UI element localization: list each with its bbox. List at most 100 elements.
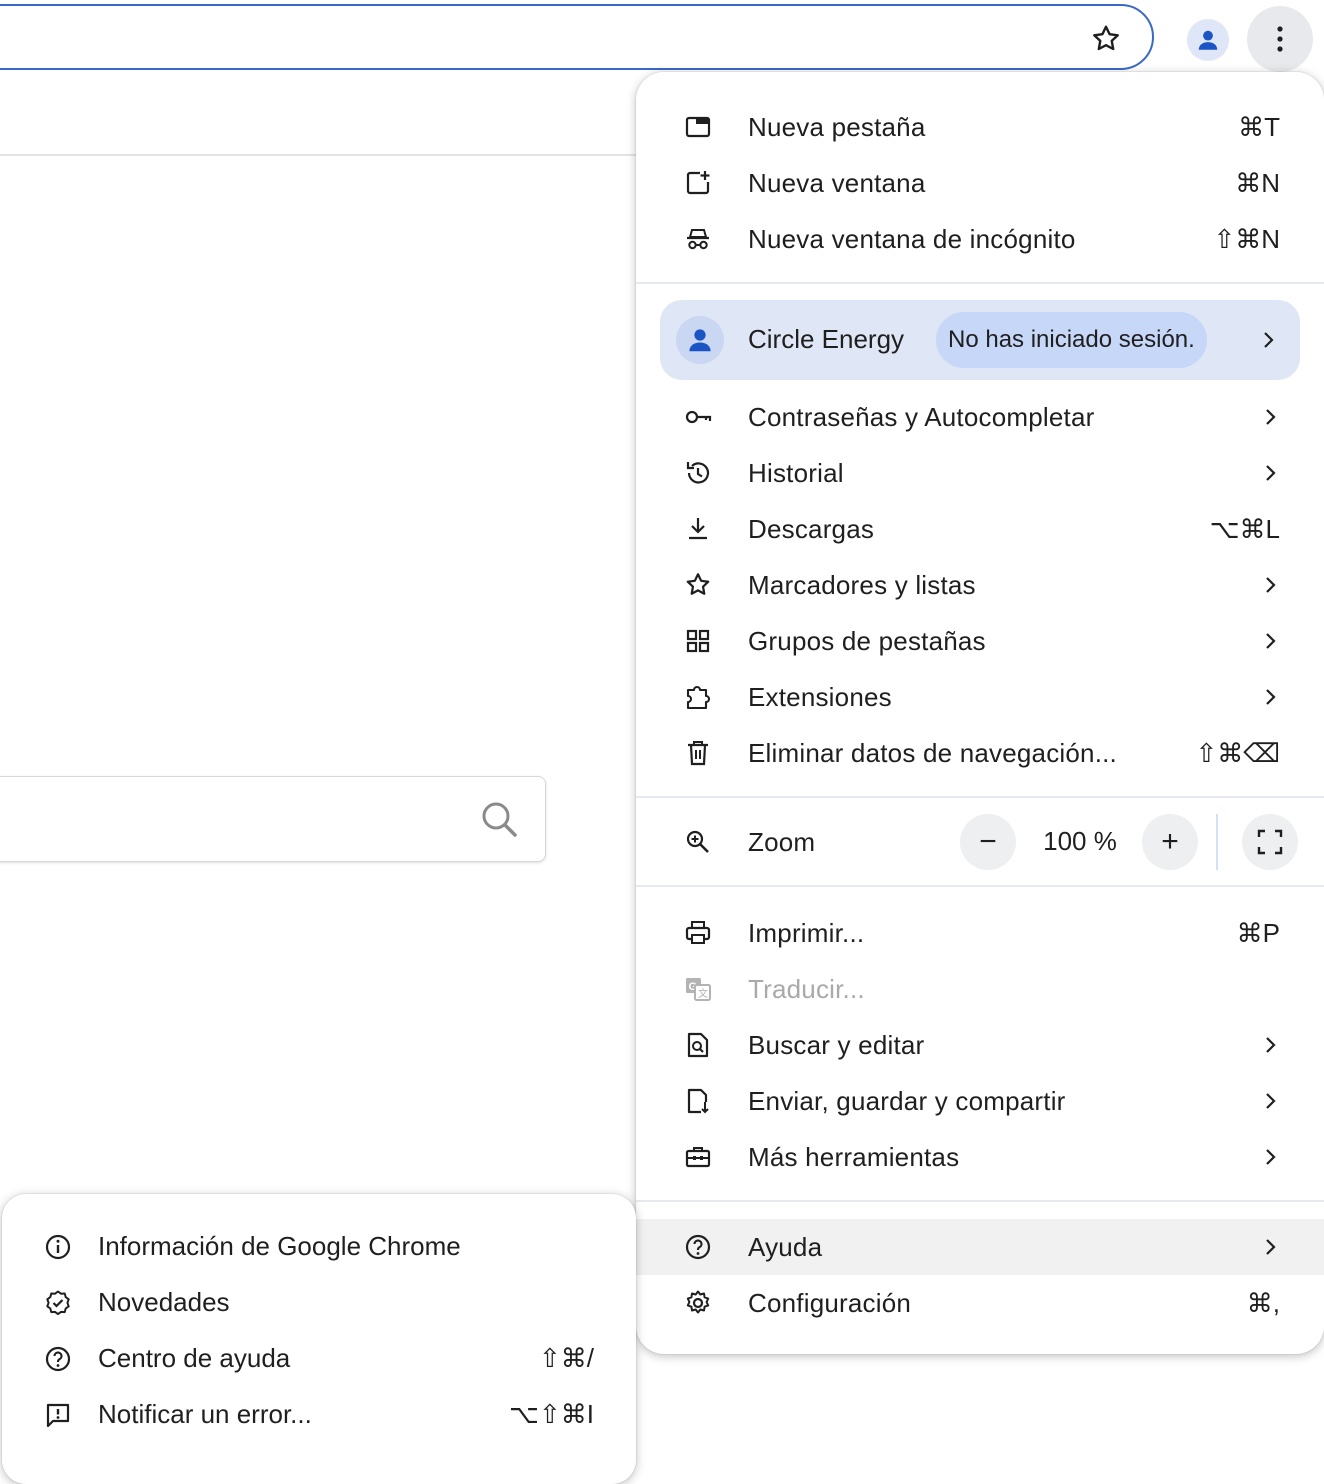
chevron-right-icon (1264, 1147, 1278, 1167)
menu-item-print[interactable]: Imprimir... ⌘P (636, 905, 1324, 961)
menu-item-label: Nueva ventana de incógnito (748, 223, 1076, 254)
info-icon (44, 1233, 72, 1261)
submenu-item-about-chrome[interactable]: Información de Google Chrome (2, 1219, 636, 1275)
profile-button[interactable] (1187, 19, 1229, 61)
person-icon (1195, 27, 1221, 53)
menu-item-bookmarks[interactable]: Marcadores y listas (636, 557, 1324, 613)
menu-separator (636, 282, 1324, 284)
menu-item-label: Buscar y editar (748, 1029, 925, 1060)
menu-item-find-edit[interactable]: Buscar y editar (636, 1017, 1324, 1073)
submenu-item-whats-new[interactable]: Novedades (2, 1275, 636, 1331)
submenu-item-help-center[interactable]: Centro de ayuda ⇧⌘/ (2, 1331, 636, 1387)
menu-item-label: Contraseñas y Autocompletar (748, 401, 1095, 432)
menu-separator (636, 1200, 1324, 1202)
menu-item-label: Marcadores y listas (748, 569, 976, 600)
menu-item-extensions[interactable]: Extensiones (636, 669, 1324, 725)
zoom-icon (684, 828, 712, 856)
shortcut-text: ⇧⌘/ (538, 1343, 594, 1373)
search-icon[interactable] (479, 799, 519, 839)
shortcut-text: ⌥⇧⌘I (509, 1399, 594, 1429)
menu-separator (636, 885, 1324, 887)
zoom-in-button[interactable]: + (1142, 814, 1198, 870)
find-page-icon (684, 1031, 712, 1059)
menu-item-label: Historial (748, 457, 844, 488)
zoom-out-button[interactable]: − (960, 814, 1016, 870)
chrome-menu-button[interactable] (1247, 6, 1313, 72)
menu-item-clear-browsing-data[interactable]: Eliminar datos de navegación... ⇧⌘⌫ (636, 725, 1324, 781)
shortcut-text: ⌘, (1246, 1287, 1280, 1318)
shortcut-text: ⇧⌘N (1213, 223, 1280, 254)
submenu-item-label: Notificar un error... (98, 1399, 312, 1429)
chevron-right-icon (1264, 407, 1278, 427)
avatar (676, 316, 724, 364)
toolbox-icon (684, 1143, 712, 1171)
menu-item-label: Más herramientas (748, 1141, 960, 1172)
help-icon (44, 1345, 72, 1373)
svg-text:文: 文 (698, 987, 708, 1000)
menu-item-label: Configuración (748, 1287, 912, 1318)
incognito-icon (684, 225, 712, 253)
shortcut-text: ⌘P (1236, 917, 1280, 948)
profile-row[interactable]: Circle Energy No has iniciado sesión. (660, 300, 1300, 380)
shortcut-text: ⌥⌘L (1209, 513, 1280, 544)
menu-item-label: Nueva pestaña (748, 111, 926, 142)
bookmark-star-icon[interactable] (1090, 23, 1122, 55)
history-icon (684, 459, 712, 487)
key-icon (684, 403, 712, 431)
menu-item-label: Nueva ventana (748, 167, 926, 198)
zoom-level: 100 % (1043, 826, 1117, 856)
menu-item-new-tab[interactable]: Nueva pestaña ⌘T (636, 99, 1324, 155)
submenu-item-label: Información de Google Chrome (98, 1231, 461, 1261)
profile-name: Circle Energy (748, 324, 905, 354)
help-icon (684, 1233, 712, 1261)
menu-item-save-share[interactable]: Enviar, guardar y compartir (636, 1073, 1324, 1129)
sign-in-status-chip[interactable]: No has iniciado sesión. (936, 312, 1207, 368)
menu-item-tab-groups[interactable]: Grupos de pestañas (636, 613, 1324, 669)
page-search-box[interactable] (0, 776, 546, 862)
submenu-item-label: Novedades (98, 1287, 230, 1317)
menu-item-downloads[interactable]: Descargas ⌥⌘L (636, 501, 1324, 557)
fullscreen-button[interactable] (1242, 814, 1298, 870)
chevron-right-icon (1264, 1035, 1278, 1055)
shortcut-text: ⌘N (1235, 167, 1280, 198)
chevron-right-icon (1264, 1237, 1278, 1257)
shortcut-text: ⌘T (1238, 111, 1280, 142)
plus-icon: + (1161, 825, 1179, 858)
star-icon (684, 571, 712, 599)
menu-item-new-window[interactable]: Nueva ventana ⌘N (636, 155, 1324, 211)
chevron-right-icon (1264, 463, 1278, 483)
address-bar[interactable] (0, 4, 1154, 70)
feedback-icon (44, 1401, 72, 1429)
menu-item-incognito[interactable]: Nueva ventana de incógnito ⇧⌘N (636, 211, 1324, 267)
shortcut-text: ⇧⌘⌫ (1195, 737, 1280, 768)
new-badge-icon (44, 1289, 72, 1317)
download-icon (684, 515, 712, 543)
menu-item-history[interactable]: Historial (636, 445, 1324, 501)
menu-item-translate: G文 Traducir... (636, 961, 1324, 1017)
menu-item-label: Extensiones (748, 681, 892, 712)
new-tab-icon (684, 113, 712, 141)
menu-item-label: Descargas (748, 513, 875, 544)
submenu-item-report-issue[interactable]: Notificar un error... ⌥⇧⌘I (2, 1387, 636, 1443)
fullscreen-icon (1257, 829, 1283, 855)
menu-item-passwords[interactable]: Contraseñas y Autocompletar (636, 389, 1324, 445)
three-dots-vertical-icon (1275, 24, 1285, 54)
chevron-right-icon (1262, 330, 1276, 350)
translate-icon: G文 (684, 975, 712, 1003)
menu-item-help[interactable]: Ayuda (636, 1219, 1324, 1275)
menu-item-settings[interactable]: Configuración ⌘, (636, 1275, 1324, 1331)
submenu-item-label: Centro de ayuda (98, 1343, 291, 1373)
help-submenu: Información de Google Chrome Novedades C… (2, 1194, 636, 1484)
menu-item-label: Enviar, guardar y compartir (748, 1085, 1066, 1116)
new-window-icon (684, 169, 712, 197)
chrome-main-menu: Nueva pestaña ⌘T Nueva ventana ⌘N Nueva … (636, 72, 1324, 1354)
menu-item-label: Imprimir... (748, 917, 865, 948)
chevron-right-icon (1264, 575, 1278, 595)
chevron-right-icon (1264, 1091, 1278, 1111)
minus-icon: − (979, 825, 997, 858)
menu-item-more-tools[interactable]: Más herramientas (636, 1129, 1324, 1185)
tab-groups-icon (684, 627, 712, 655)
menu-item-label: Ayuda (748, 1231, 823, 1262)
page-divider (0, 154, 640, 156)
zoom-divider (1216, 814, 1218, 870)
